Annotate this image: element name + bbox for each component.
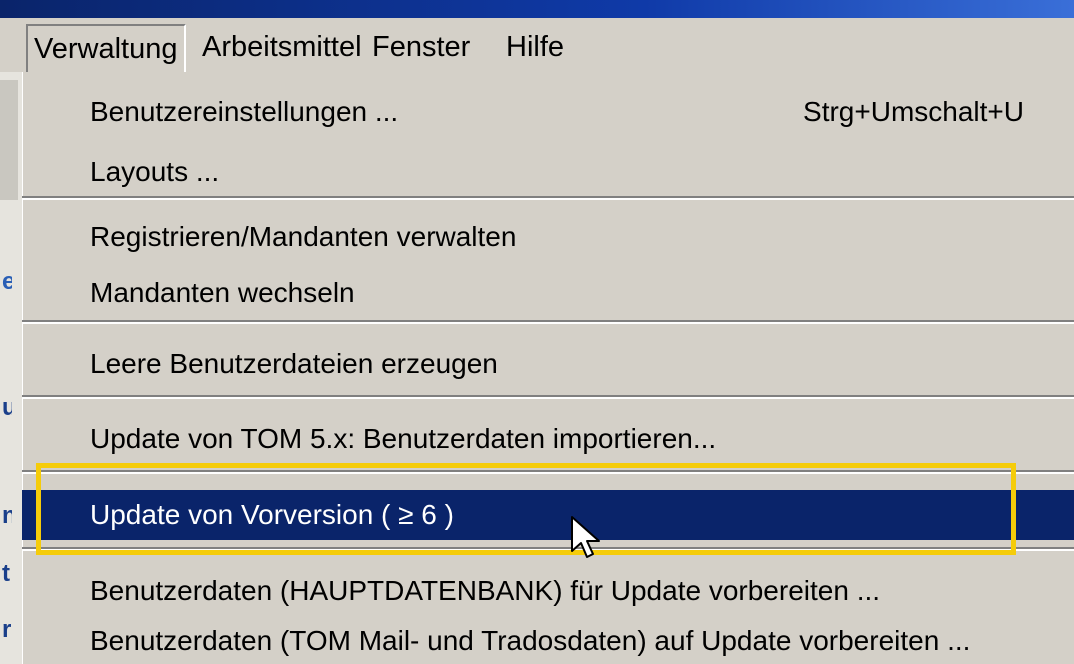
verwaltung-dropdown-menu: Benutzereinstellungen ... Strg+Umschalt+… (22, 72, 1074, 664)
background-fragment: t (2, 560, 10, 587)
mouse-pointer-icon (571, 516, 600, 558)
menu-separator (22, 395, 1074, 399)
menu-fenster[interactable]: Fenster (366, 24, 476, 70)
title-bar (0, 0, 1074, 18)
menu-separator (22, 196, 1074, 200)
menu-item-leere-benutzerdateien[interactable]: Leere Benutzerdateien erzeugen (90, 344, 498, 384)
menu-separator (22, 320, 1074, 324)
menu-item-benutzereinstellungen[interactable]: Benutzereinstellungen ... (90, 92, 398, 132)
menu-item-hauptdatenbank-vorbereiten[interactable]: Benutzerdaten (HAUPTDATENBANK) für Updat… (90, 571, 880, 611)
menu-item-mandanten-wechseln[interactable]: Mandanten wechseln (90, 273, 355, 313)
background-fragment: e (2, 268, 12, 295)
background-fragment: u (2, 394, 12, 421)
menu-verwaltung[interactable]: Verwaltung (26, 24, 186, 72)
menu-item-update-tom5[interactable]: Update von TOM 5.x: Benutzerdaten import… (90, 419, 716, 459)
background-fragment: n (2, 502, 12, 529)
shortcut-label: Strg+Umschalt+U (803, 96, 1024, 127)
title-bar-fragment (462, 0, 532, 8)
menu-arbeitsmittel[interactable]: Arbeitsmittel (196, 24, 368, 70)
menu-item-layouts[interactable]: Layouts ... (90, 152, 219, 192)
menu-hilfe[interactable]: Hilfe (500, 24, 570, 70)
background-panel (0, 80, 18, 200)
background-window-strip: e u n t r (0, 72, 22, 664)
background-fragment: r (2, 616, 12, 643)
highlight-callout-box (36, 463, 1016, 555)
menu-item-tom-mail-vorbereiten[interactable]: Benutzerdaten (TOM Mail- und Tradosdaten… (90, 621, 970, 661)
menu-item-registrieren-mandanten[interactable]: Registrieren/Mandanten verwalten (90, 217, 516, 257)
menu-bar: Verwaltung Arbeitsmittel Fenster Hilfe (0, 18, 1074, 72)
